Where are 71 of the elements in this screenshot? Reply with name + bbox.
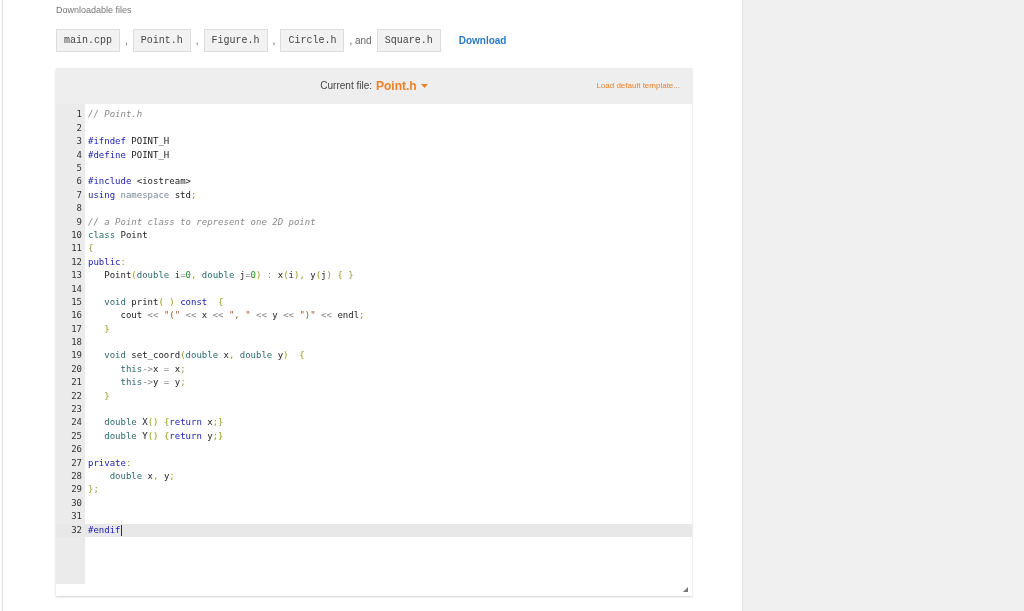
code-line: this->x = x;	[119, 362, 186, 376]
code-line: };	[88, 483, 99, 497]
section-label: Downloadable files	[56, 4, 133, 17]
file-chip: Square.h	[376, 29, 441, 52]
line-number: 1	[75, 108, 82, 122]
line-number: 14	[70, 282, 82, 296]
separator-text: ,	[272, 34, 276, 48]
code-line: using namespace std;	[88, 188, 197, 202]
code-line: double X() {return x;}	[103, 416, 224, 430]
line-number: 18	[70, 336, 82, 350]
code-line: #include <iostream>	[88, 175, 191, 189]
line-number: 8	[75, 202, 82, 216]
line-number: 12	[70, 255, 82, 269]
line-number: 11	[70, 242, 82, 256]
code-line: // a Point class to represent one 2D point	[88, 215, 316, 229]
separator-text: ,	[195, 34, 199, 48]
code-line: void set_coord(double x, double y) {	[103, 349, 305, 363]
code-line: // Point.h	[88, 108, 143, 122]
line-number: 3	[75, 135, 82, 149]
line-number: 7	[75, 188, 82, 202]
load-template-link[interactable]: Load default template...	[596, 79, 680, 92]
resize-handle-icon[interactable]	[683, 586, 688, 592]
line-number: 4	[75, 148, 82, 162]
code-line: public:	[88, 255, 126, 269]
code-line: private:	[88, 456, 132, 470]
code-line: Point(double i=0, double j=0) : x(i), y(j) { }	[103, 269, 354, 283]
file-chip: main.cpp	[56, 29, 120, 52]
code-line: void print( ) const {	[103, 295, 224, 309]
line-number: 21	[70, 376, 82, 390]
line-number: 20	[70, 362, 82, 376]
code-line: cout << "(" << x << ", " << y << ")" << endl;	[119, 309, 365, 323]
current-file-label: Current file:	[320, 79, 372, 93]
line-number: 24	[70, 416, 82, 430]
code-line: }	[103, 389, 110, 403]
line-number: 13	[70, 269, 82, 283]
code-line: class Point	[88, 228, 148, 242]
line-number: 29	[70, 483, 82, 497]
separator-text: ,	[125, 34, 128, 48]
file-chip: Figure.h	[203, 29, 268, 52]
line-number: 10	[70, 228, 82, 242]
file-chip: Circle.h	[280, 29, 345, 52]
line-number: 9	[75, 215, 82, 229]
line-number: 23	[70, 403, 82, 417]
separator-text: , and	[349, 34, 372, 48]
line-number: 30	[70, 496, 82, 510]
line-number: 2	[75, 121, 82, 135]
code-line: #endif	[88, 523, 122, 538]
code-line: #define POINT_H	[88, 148, 170, 162]
file-chip: Point.h	[132, 29, 191, 52]
line-number: 16	[70, 309, 82, 323]
code-line: }	[103, 322, 110, 336]
file-dropdown[interactable]: Point.h	[376, 76, 428, 95]
line-number: 28	[70, 470, 82, 483]
line-number: 27	[70, 456, 82, 470]
code-line: double x, y;	[108, 470, 175, 483]
line-number: 6	[75, 175, 82, 189]
line-number: 26	[70, 443, 82, 457]
line-number: 22	[70, 389, 82, 403]
code-line: this->y = y;	[119, 376, 186, 390]
line-number: 32	[70, 523, 82, 537]
line-number: 5	[75, 162, 82, 175]
line-number: 31	[70, 510, 82, 524]
code-line: double Y() {return y;}	[103, 429, 224, 443]
code-line: #ifndef POINT_H	[88, 135, 170, 149]
line-number: 15	[70, 295, 82, 309]
line-number: 25	[70, 429, 82, 443]
code-line: {	[88, 242, 94, 256]
download-link[interactable]: Download	[458, 33, 507, 48]
line-number: 19	[70, 349, 82, 363]
line-number: 17	[70, 322, 82, 336]
caret-icon	[420, 83, 428, 88]
